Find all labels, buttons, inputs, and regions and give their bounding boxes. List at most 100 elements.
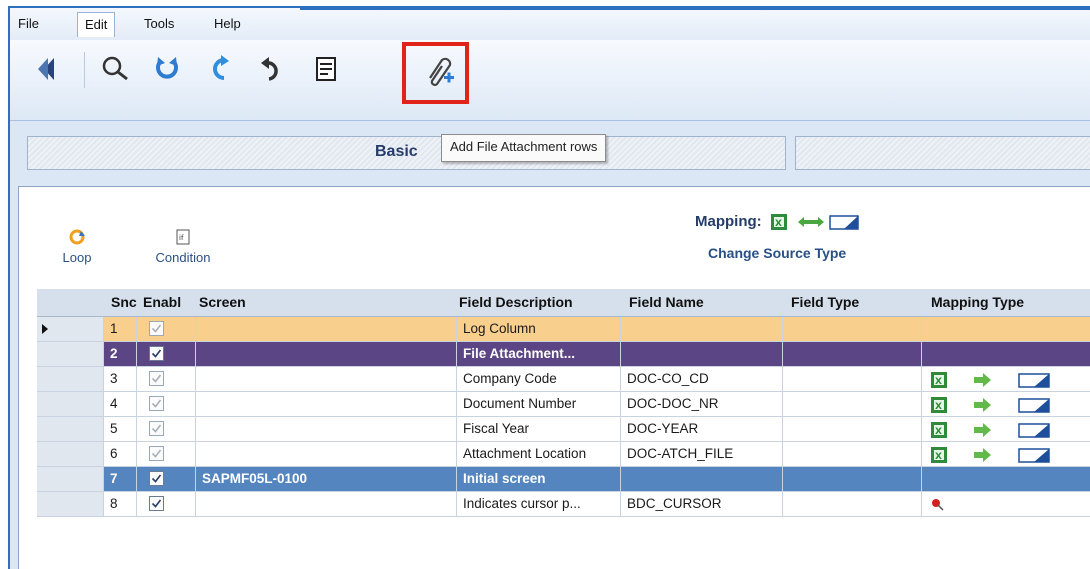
cell-enabled[interactable] bbox=[137, 342, 196, 367]
cell-mapping-type[interactable]: X bbox=[922, 367, 1090, 392]
cell-mapping-type[interactable] bbox=[922, 342, 1090, 367]
menu-help[interactable]: Help bbox=[210, 16, 245, 31]
cell-mapping-type[interactable]: X bbox=[922, 392, 1090, 417]
cell-field-type[interactable] bbox=[783, 367, 922, 392]
enabled-checkbox[interactable] bbox=[149, 345, 164, 361]
find-button[interactable] bbox=[96, 50, 134, 88]
menu-tools[interactable]: Tools bbox=[140, 16, 178, 31]
tab-basic[interactable]: Basic bbox=[27, 136, 786, 170]
cell-enabled[interactable] bbox=[137, 317, 196, 342]
cell-field-type[interactable] bbox=[783, 417, 922, 442]
cell-field-description[interactable]: File Attachment... bbox=[457, 342, 621, 367]
col-field-description[interactable]: Field Description bbox=[459, 294, 573, 310]
row-selector[interactable] bbox=[37, 467, 104, 492]
cell-field-description[interactable]: Document Number bbox=[457, 392, 621, 417]
cell-screen[interactable] bbox=[196, 367, 457, 392]
row-selector[interactable] bbox=[37, 392, 104, 417]
cell-field-name[interactable] bbox=[621, 467, 783, 492]
row-selector[interactable] bbox=[37, 442, 104, 467]
cell-field-name[interactable]: BDC_CURSOR bbox=[621, 492, 783, 517]
cell-field-type[interactable] bbox=[783, 467, 922, 492]
cell-mapping-type[interactable]: X bbox=[922, 442, 1090, 467]
mapping-type-icons[interactable]: X bbox=[930, 421, 1050, 439]
mapping-icons[interactable]: X bbox=[770, 213, 860, 231]
table-row[interactable]: 3 Company Code DOC-CO_CD X bbox=[37, 367, 1090, 392]
cell-field-name[interactable]: DOC-CO_CD bbox=[621, 367, 783, 392]
cell-sno[interactable]: 3 bbox=[104, 367, 137, 392]
table-row[interactable]: 4 Document Number DOC-DOC_NR X bbox=[37, 392, 1090, 417]
cell-field-description[interactable]: Initial screen bbox=[457, 467, 621, 492]
cell-field-description[interactable]: Attachment Location bbox=[457, 442, 621, 467]
table-row[interactable]: 2 File Attachment... bbox=[37, 342, 1090, 367]
row-selector[interactable] bbox=[37, 342, 104, 367]
script-button[interactable] bbox=[307, 50, 345, 88]
cell-sno[interactable]: 7 bbox=[104, 467, 137, 492]
mapping-type-icons[interactable]: X bbox=[930, 446, 1050, 464]
cell-mapping-type[interactable] bbox=[922, 317, 1090, 342]
cell-enabled[interactable] bbox=[137, 417, 196, 442]
cell-sno[interactable]: 4 bbox=[104, 392, 137, 417]
cell-field-description[interactable]: Log Column bbox=[457, 317, 621, 342]
cell-sno[interactable]: 8 bbox=[104, 492, 137, 517]
loop-tool[interactable]: Loop bbox=[57, 229, 97, 265]
cell-field-name[interactable]: DOC-ATCH_FILE bbox=[621, 442, 783, 467]
cell-field-description[interactable]: Fiscal Year bbox=[457, 417, 621, 442]
col-enabled[interactable]: Enabl bbox=[143, 294, 181, 310]
enabled-checkbox[interactable] bbox=[149, 495, 164, 511]
col-field-name[interactable]: Field Name bbox=[629, 294, 704, 310]
refresh-button[interactable] bbox=[148, 50, 186, 88]
col-mapping-type[interactable]: Mapping Type bbox=[931, 294, 1024, 310]
menu-edit[interactable]: Edit bbox=[77, 12, 116, 37]
tab-secondary[interactable] bbox=[795, 136, 1090, 170]
cell-field-name[interactable]: DOC-DOC_NR bbox=[621, 392, 783, 417]
cell-screen[interactable] bbox=[196, 417, 457, 442]
cell-field-name[interactable]: DOC-YEAR bbox=[621, 417, 783, 442]
row-selector[interactable] bbox=[37, 492, 104, 517]
cell-screen[interactable] bbox=[196, 342, 457, 367]
cell-sno[interactable]: 1 bbox=[104, 317, 137, 342]
cell-screen[interactable]: SAPMF05L-0100 bbox=[196, 467, 457, 492]
cell-sno[interactable]: 5 bbox=[104, 417, 137, 442]
cell-mapping-type[interactable] bbox=[922, 467, 1090, 492]
change-source-type-link[interactable]: Change Source Type bbox=[708, 245, 846, 261]
cell-enabled[interactable] bbox=[137, 492, 196, 517]
row-selector[interactable] bbox=[37, 367, 104, 392]
cell-field-type[interactable] bbox=[783, 342, 922, 367]
mapping-type-icons[interactable]: X bbox=[930, 396, 1050, 414]
cell-field-name[interactable] bbox=[621, 317, 783, 342]
col-field-type[interactable]: Field Type bbox=[791, 294, 859, 310]
redo-button[interactable] bbox=[202, 50, 240, 88]
cell-enabled[interactable] bbox=[137, 467, 196, 492]
cell-field-type[interactable] bbox=[783, 442, 922, 467]
col-sno[interactable]: Snc bbox=[111, 294, 137, 310]
table-row[interactable]: 1 Log Column bbox=[37, 317, 1090, 342]
enabled-checkbox[interactable] bbox=[149, 420, 164, 436]
cell-field-name[interactable] bbox=[621, 342, 783, 367]
cell-screen[interactable] bbox=[196, 492, 457, 517]
table-row[interactable]: 5 Fiscal Year DOC-YEAR X bbox=[37, 417, 1090, 442]
table-row[interactable]: 8 Indicates cursor p... BDC_CURSOR bbox=[37, 492, 1090, 517]
col-screen[interactable]: Screen bbox=[199, 294, 246, 310]
enabled-checkbox[interactable] bbox=[149, 470, 164, 486]
cell-screen[interactable] bbox=[196, 317, 457, 342]
condition-tool[interactable]: if Condition bbox=[143, 229, 223, 265]
cell-field-type[interactable] bbox=[783, 317, 922, 342]
cell-enabled[interactable] bbox=[137, 442, 196, 467]
menu-file[interactable]: File bbox=[14, 16, 43, 31]
cell-mapping-type[interactable]: X bbox=[922, 417, 1090, 442]
cell-enabled[interactable] bbox=[137, 392, 196, 417]
cell-field-type[interactable] bbox=[783, 492, 922, 517]
cell-screen[interactable] bbox=[196, 392, 457, 417]
table-row[interactable]: 7 SAPMF05L-0100 Initial screen bbox=[37, 467, 1090, 492]
enabled-checkbox[interactable] bbox=[149, 320, 164, 336]
undo-button[interactable] bbox=[253, 50, 291, 88]
back-button[interactable] bbox=[30, 50, 68, 88]
cell-sno[interactable]: 6 bbox=[104, 442, 137, 467]
cell-screen[interactable] bbox=[196, 442, 457, 467]
table-row[interactable]: 6 Attachment Location DOC-ATCH_FILE X bbox=[37, 442, 1090, 467]
enabled-checkbox[interactable] bbox=[149, 445, 164, 461]
cell-field-type[interactable] bbox=[783, 392, 922, 417]
enabled-checkbox[interactable] bbox=[149, 395, 164, 411]
cell-field-description[interactable]: Indicates cursor p... bbox=[457, 492, 621, 517]
row-selector[interactable] bbox=[37, 417, 104, 442]
